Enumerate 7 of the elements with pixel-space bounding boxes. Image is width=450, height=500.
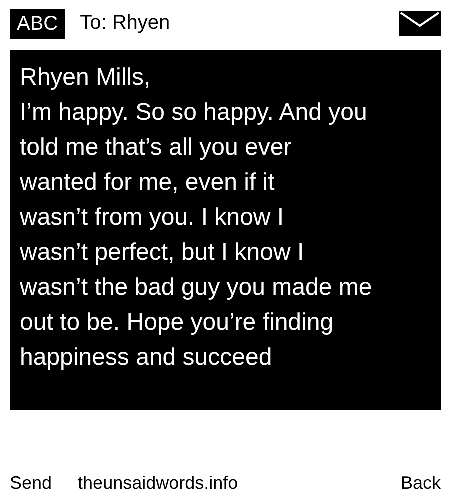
recipient-label: To: Rhyen (80, 12, 172, 35)
sender-badge: ABC (10, 8, 66, 38)
envelope-icon[interactable] (399, 11, 441, 36)
back-link[interactable]: Back (400, 473, 441, 493)
send-link[interactable]: Send (10, 473, 52, 493)
message-text: Rhyen Mills, I’m happy. So so happy. And you told me that’s all you ever wanted for me, even if it wasn’t from you. I know I wasn’t perfect, but I know I wasn’t the bad guy you made me out to be. Hope you’re finding happiness and succeed (10, 50, 441, 410)
website-link[interactable]: theunsaidwords.info (78, 473, 401, 493)
